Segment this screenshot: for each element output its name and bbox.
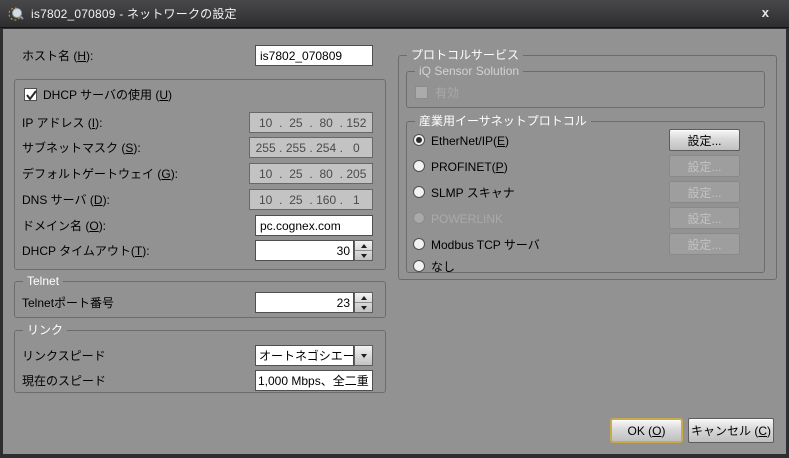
ok-button[interactable]: OK (O) — [610, 418, 683, 443]
hostname-input[interactable]: is7802_070809 — [255, 45, 373, 66]
app-icon — [8, 6, 24, 22]
radio-none[interactable] — [413, 260, 425, 272]
iq-sensor-group: iQ Sensor Solution — [406, 71, 765, 108]
down-arrow-icon — [361, 254, 367, 258]
up-arrow-icon — [361, 244, 367, 248]
radio-slmp[interactable] — [413, 186, 425, 198]
subnet-mask-field: 255.255.254.0 — [249, 137, 373, 158]
dhcp-timeout-input[interactable]: 30 — [255, 240, 354, 261]
telnet-port-spinner — [354, 292, 373, 313]
iq-sensor-title: iQ Sensor Solution — [415, 64, 523, 79]
cancel-button[interactable]: キャンセル (C) — [688, 418, 774, 443]
dns-server-label: DNS サーバ (D): — [22, 189, 110, 210]
none-label: なし — [431, 256, 455, 277]
down-arrow-icon — [361, 306, 367, 310]
radio-profinet[interactable] — [413, 160, 425, 172]
industrial-protocol-title: 産業用イーサネットプロトコル — [415, 114, 591, 129]
current-speed-field: 1,000 Mbps、全二重 — [255, 370, 373, 391]
radio-modbus-tcp[interactable] — [413, 238, 425, 250]
link-speed-dropdown[interactable]: オートネゴシエー — [255, 345, 354, 366]
window-title: is7802_070809 - ネットワークの設定 — [31, 5, 237, 22]
dropdown-arrow-button[interactable] — [354, 345, 373, 366]
dialog-body: ホスト名 (H): is7802_070809 DHCP サーバの使用 (U) … — [3, 29, 786, 454]
ip-address-label: IP アドレス (I): — [22, 112, 102, 133]
domain-name-input[interactable]: pc.cognex.com — [255, 215, 373, 236]
domain-name-label: ドメイン名 (O): — [22, 215, 106, 236]
telnet-port-label: Telnetポート番号 — [22, 292, 114, 313]
radio-powerlink — [413, 212, 425, 224]
powerlink-label: POWERLINK — [431, 208, 503, 229]
dhcp-checkbox[interactable] — [24, 88, 37, 101]
iq-enable-checkbox — [415, 86, 428, 99]
radio-ethernet-ip[interactable] — [413, 134, 425, 146]
default-gateway-field: 10.25.80.205 — [249, 163, 373, 184]
modbus-tcp-label: Modbus TCP サーバ — [431, 234, 540, 255]
dhcp-timeout-label: DHCP タイムアウト(T): — [22, 240, 150, 261]
default-gateway-label: デフォルトゲートウェイ (G): — [22, 163, 178, 184]
up-arrow-icon — [361, 296, 367, 300]
spin-down-button[interactable] — [355, 250, 372, 260]
spin-up-button[interactable] — [355, 241, 372, 250]
powerlink-settings-button: 設定... — [669, 207, 740, 229]
spin-down-button[interactable] — [355, 302, 372, 312]
slmp-label: SLMP スキャナ — [431, 182, 515, 203]
slmp-settings-button: 設定... — [669, 181, 740, 203]
dns-server-field: 10.25.160.1 — [249, 189, 373, 210]
network-settings-dialog: is7802_070809 - ネットワークの設定 x ホスト名 (H): is… — [0, 0, 789, 458]
iq-enable-label: 有効 — [435, 82, 459, 103]
telnet-group-title: Telnet — [23, 274, 63, 289]
modbus-settings-button: 設定... — [669, 233, 740, 255]
ip-address-field: 10.25.80.152 — [249, 112, 373, 133]
ethernet-ip-settings-button[interactable]: 設定... — [669, 129, 740, 151]
profinet-settings-button: 設定... — [669, 155, 740, 177]
ethernet-ip-label: EtherNet/IP(E) — [431, 130, 509, 151]
close-icon[interactable]: x — [762, 5, 769, 20]
spin-up-button[interactable] — [355, 293, 372, 302]
current-speed-label: 現在のスピード — [22, 370, 106, 391]
link-speed-label: リンクスピード — [22, 345, 106, 366]
chevron-down-icon — [361, 354, 367, 358]
dhcp-checkbox-label: DHCP サーバの使用 (U) — [43, 84, 172, 105]
profinet-label: PROFINET(P) — [431, 156, 508, 177]
link-group-title: リンク — [23, 323, 67, 338]
hostname-label: ホスト名 (H): — [22, 45, 93, 66]
dhcp-timeout-spinner — [354, 240, 373, 261]
subnet-mask-label: サブネットマスク (S): — [22, 137, 141, 158]
titlebar: is7802_070809 - ネットワークの設定 x — [0, 0, 789, 28]
telnet-port-input[interactable]: 23 — [255, 292, 354, 313]
check-icon — [25, 88, 38, 102]
protocol-services-title: プロトコルサービス — [407, 48, 523, 63]
